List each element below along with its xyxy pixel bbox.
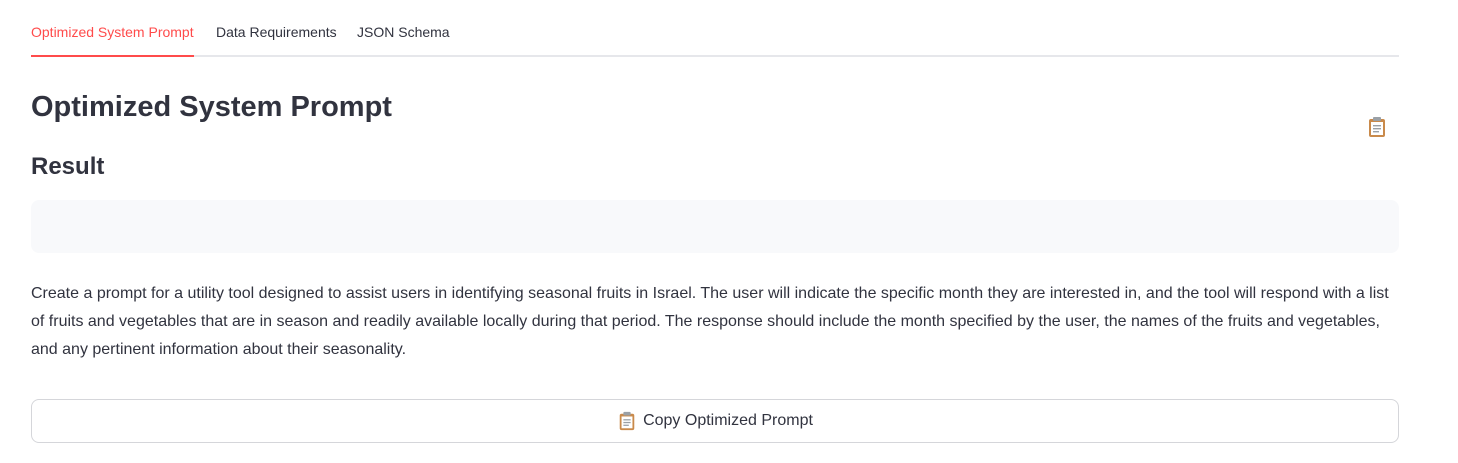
copy-optimized-prompt-button[interactable]: Copy Optimized Prompt [31,399,1399,443]
clipboard-icon [619,411,635,431]
prompt-text: Create a prompt for a utility tool desig… [31,285,1389,358]
page-title: Optimized System Prompt [31,91,392,123]
result-heading: Result [31,153,105,180]
code-block [31,200,1399,253]
clipboard-icon[interactable] [1366,116,1388,138]
tab-json-schema[interactable]: JSON Schema [357,22,450,42]
copy-button-label: Copy Optimized Prompt [643,412,813,429]
tab-optimized-system-prompt[interactable]: Optimized System Prompt [31,22,194,57]
tab-bar: Optimized System Prompt Data Requirement… [31,0,1399,57]
tab-data-requirements[interactable]: Data Requirements [216,22,337,42]
